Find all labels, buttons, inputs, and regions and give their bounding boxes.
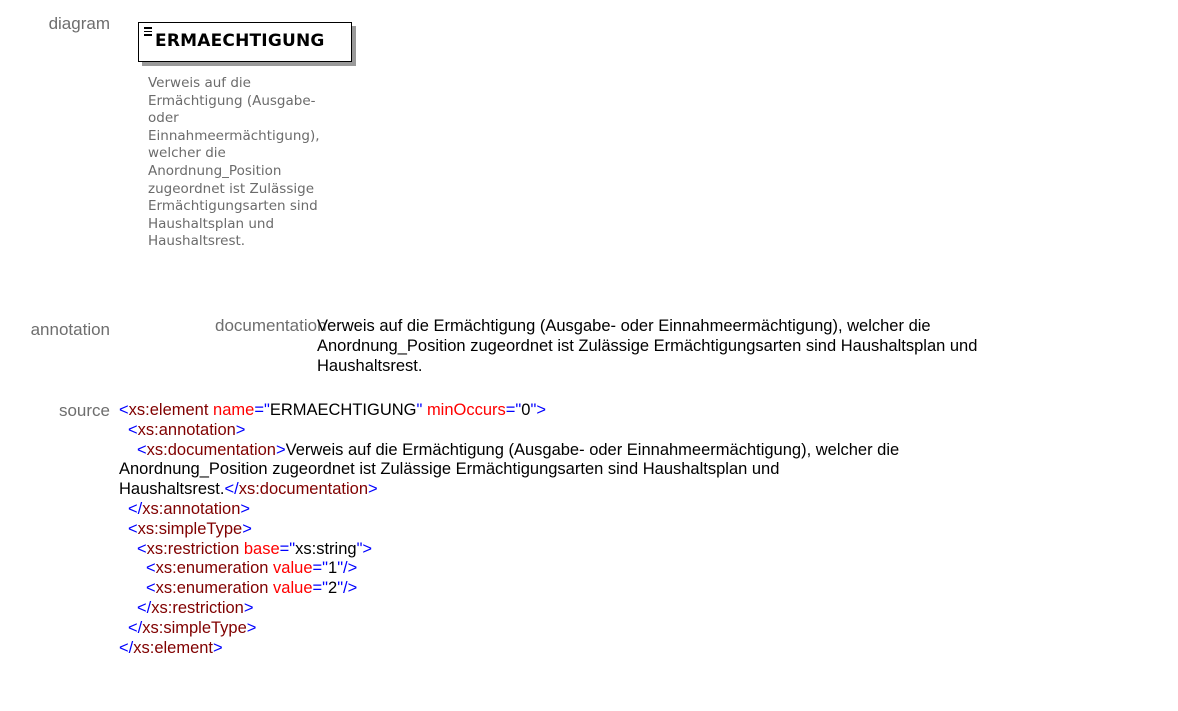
annotation-label: annotation	[30, 320, 110, 339]
source-line: <xs:enumeration value="1"/>	[146, 559, 358, 578]
diagram-doc-line: welcher die	[148, 145, 226, 162]
source-line: <xs:restriction base="xs:string">	[137, 539, 373, 558]
diagram-doc-line: Haushaltsplan und	[148, 215, 275, 232]
diagram-doc-line: Verweis auf die	[148, 75, 251, 91]
documentation-line: Haushaltsrest.	[317, 357, 423, 375]
diagram-label: diagram	[48, 14, 110, 33]
source-line: </xs:simpleType>	[128, 618, 257, 637]
source-line: Anordnung_Position zugeordnet ist Zuläss…	[119, 460, 780, 479]
documentation-line: Anordnung_Position zugeordnet ist Zuläss…	[317, 337, 978, 355]
source-line: <xs:annotation>	[128, 420, 246, 439]
source-line: </xs:annotation>	[128, 499, 251, 518]
diagram-doc-line: Ermächtigungsarten sind	[148, 198, 318, 215]
documentation-label: documentation	[215, 316, 327, 335]
diagram-doc-line: Ermächtigung (Ausgabe-	[148, 92, 316, 109]
content-lines-icon	[144, 27, 152, 38]
diagram-documentation: Verweis auf die Ermächtigung (Ausgabe- o…	[148, 75, 378, 251]
source-line: <xs:simpleType>	[128, 519, 252, 538]
source-line: <xs:enumeration value="2"/>	[146, 579, 358, 598]
diagram-doc-line: zugeordnet ist Zulässige	[148, 180, 314, 197]
diagram-doc-line: oder	[148, 110, 179, 127]
source-line: </xs:restriction>	[137, 598, 254, 617]
source-line: Haushaltsrest.</xs:documentation>	[119, 480, 378, 499]
element-box[interactable]: ERMAECHTIGUNG	[138, 22, 352, 62]
source-line: <xs:documentation>Verweis auf die Ermäch…	[137, 440, 900, 459]
documentation-line: Verweis auf die Ermächtigung (Ausgabe- o…	[317, 317, 931, 335]
diagram-doc-line: Anordnung_Position	[148, 162, 282, 179]
element-name: ERMAECHTIGUNG	[155, 31, 325, 51]
source-code: <xs:element name="ERMAECHTIGUNG" minOccu…	[119, 401, 899, 658]
source-label: source	[58, 401, 110, 420]
source-line: </xs:element>	[119, 638, 223, 657]
documentation-text: Verweis auf die Ermächtigung (Ausgabe- o…	[317, 316, 1167, 376]
diagram-doc-line: Haushaltsrest.	[148, 233, 246, 250]
source-line: <xs:element name="ERMAECHTIGUNG" minOccu…	[119, 401, 546, 419]
diagram-doc-line: Einnahmeermächtigung),	[148, 127, 320, 144]
